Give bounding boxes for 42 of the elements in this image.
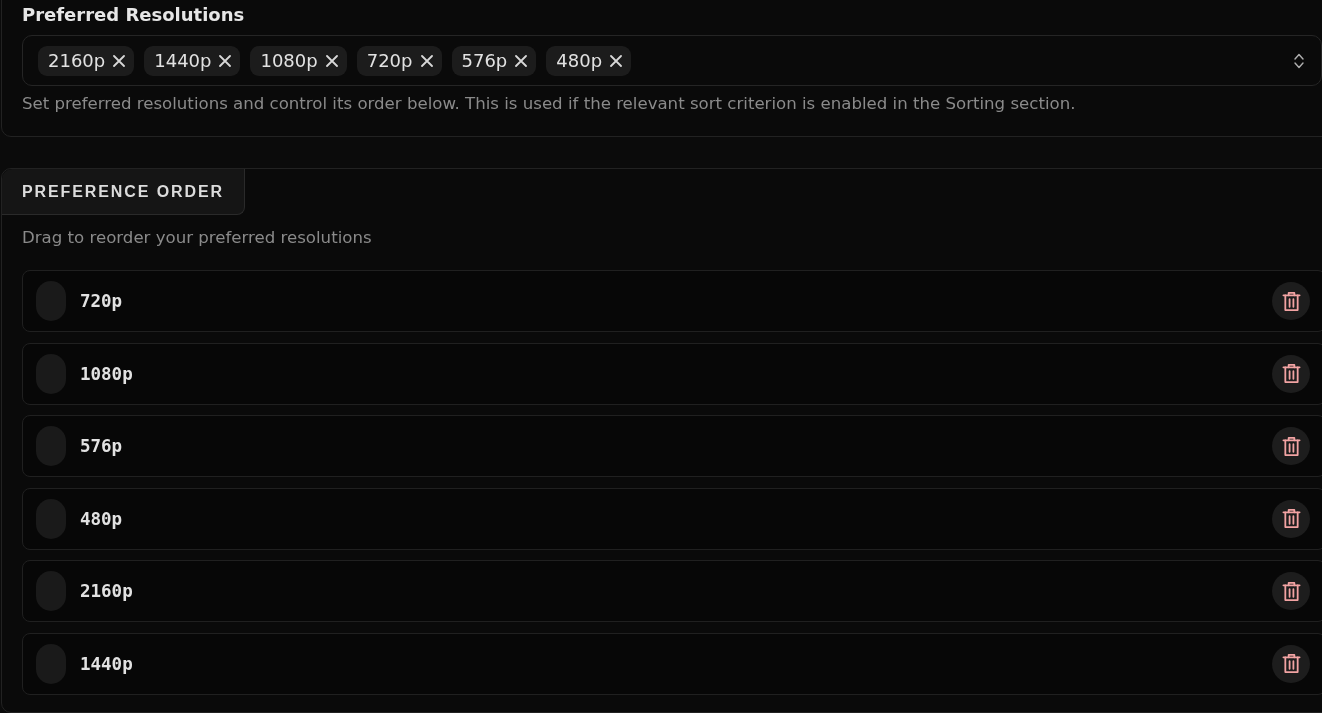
chip-label: 1440p (154, 49, 212, 72)
resolution-row[interactable]: 576p (22, 415, 1322, 478)
resolution-label: 1440p (80, 653, 134, 674)
trash-icon (1281, 363, 1301, 385)
resolutions-select[interactable]: 2160p 1440p 1080p 720p 576p 480p (22, 35, 1322, 86)
hint-text: Drag to reorder your preferred resolutions (22, 227, 373, 249)
resolution-row[interactable]: 480p (22, 487, 1322, 550)
resolution-label: 480p (80, 508, 124, 529)
resolution-label: 1080p (80, 363, 134, 384)
resolution-label: 720p (80, 291, 124, 311)
trash-icon (1281, 290, 1301, 312)
resolution-row[interactable]: 720p (22, 270, 1322, 332)
close-icon[interactable] (113, 54, 126, 67)
delete-button[interactable] (1272, 354, 1310, 393)
close-icon[interactable] (610, 54, 623, 67)
chevron-up-down-icon (1294, 52, 1304, 69)
close-icon[interactable] (515, 54, 528, 67)
delete-button[interactable] (1272, 499, 1310, 538)
close-icon[interactable] (420, 54, 433, 67)
help-text: Set preferred resolutions and control its order below. This is used if the relevant sort criterion is enabled in the Sorting section. (22, 93, 1077, 115)
chip-label: 2160p (48, 49, 106, 72)
field-label: Preferred Resolutions (22, 4, 246, 26)
resolution-row[interactable]: 1080p (22, 342, 1322, 405)
close-icon[interactable] (325, 54, 338, 67)
close-icon[interactable] (219, 54, 232, 67)
trash-icon (1281, 653, 1301, 675)
chip-label: 720p (366, 49, 413, 72)
resolution-row[interactable]: 1440p (22, 632, 1322, 695)
chip-label: 480p (556, 49, 603, 72)
section-heading: PREFERENCE ORDER (2, 169, 245, 215)
delete-button[interactable] (1272, 572, 1310, 611)
resolution-label: 2160p (80, 581, 134, 602)
trash-icon (1281, 508, 1301, 530)
resolution-label: 576p (80, 436, 124, 457)
delete-button[interactable] (1272, 282, 1310, 320)
chip-label: 576p (461, 49, 508, 72)
delete-button[interactable] (1272, 427, 1310, 466)
resolution-row[interactable]: 2160p (22, 560, 1322, 623)
delete-button[interactable] (1272, 644, 1310, 683)
trash-icon (1281, 580, 1301, 602)
chip-label: 1080p (260, 49, 318, 72)
trash-icon (1281, 435, 1301, 457)
